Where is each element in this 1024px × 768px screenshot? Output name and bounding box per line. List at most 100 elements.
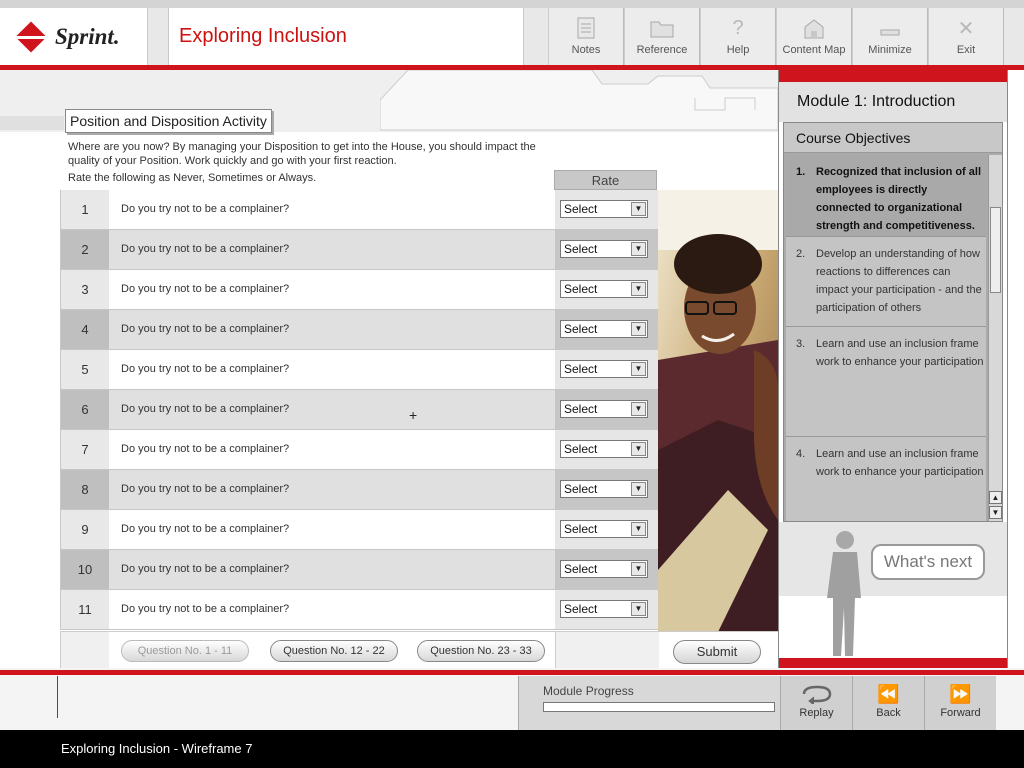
- questions-12-22-button[interactable]: Question No. 12 - 22: [270, 640, 398, 662]
- logo-text: Sprint.: [55, 24, 120, 49]
- rate-select[interactable]: Select ▼: [560, 560, 648, 578]
- chevron-down-icon[interactable]: ▼: [631, 402, 646, 416]
- rate-select[interactable]: Select ▼: [560, 400, 648, 418]
- panel-red-top: [779, 70, 1007, 82]
- header-top-strip: [0, 0, 1024, 8]
- reference-button[interactable]: Reference: [624, 8, 700, 65]
- rate-select[interactable]: Select ▼: [560, 280, 648, 298]
- objective-number: 4.: [796, 448, 806, 460]
- question-text: Do you try not to be a complainer?: [109, 230, 555, 269]
- chevron-down-icon[interactable]: ▼: [631, 322, 646, 336]
- back-label: Back: [876, 707, 901, 719]
- minimize-button[interactable]: Minimize: [852, 8, 928, 65]
- exit-button[interactable]: ✕ Exit: [928, 8, 1004, 65]
- objectives-frame: Course Objectives 1. Recognized that incl…: [783, 122, 1003, 522]
- rate-cell: Select ▼: [555, 190, 659, 229]
- person-photo: [658, 190, 778, 632]
- rate-cell: Select ▼: [555, 470, 659, 509]
- question-text: Do you try not to be a complainer?: [109, 590, 555, 629]
- chevron-down-icon[interactable]: ▼: [631, 362, 646, 376]
- rate-select[interactable]: Select ▼: [560, 360, 648, 378]
- rate-select[interactable]: Select ▼: [560, 320, 648, 338]
- question-pagination-row: Question No. 1 - 11 Question No. 12 - 22…: [60, 631, 778, 669]
- questions-1-11-button[interactable]: Question No. 1 - 11: [121, 640, 249, 662]
- rate-cell: Select ▼: [555, 510, 659, 549]
- rate-select[interactable]: Select ▼: [560, 440, 648, 458]
- scrollbar-thumb[interactable]: [990, 207, 1001, 293]
- rate-select-value: Select: [564, 282, 598, 296]
- notes-label: Notes: [571, 44, 601, 56]
- module-progress: Module Progress: [518, 676, 780, 730]
- objective-text: Recognized that inclusion of all employe…: [816, 166, 982, 232]
- rate-select[interactable]: Select ▼: [560, 480, 648, 498]
- chevron-down-icon[interactable]: ▼: [631, 442, 646, 456]
- rate-select[interactable]: Select ▼: [560, 200, 648, 218]
- chevron-down-icon[interactable]: ▼: [631, 602, 646, 616]
- question-number: 2: [61, 230, 109, 269]
- objectives-scrollbar[interactable]: ▲ ▼: [988, 155, 1002, 521]
- rate-select[interactable]: Select ▼: [560, 520, 648, 538]
- questions-23-33-button[interactable]: Question No. 23 - 33: [417, 640, 545, 662]
- rate-select-value: Select: [564, 362, 598, 376]
- map-icon: [800, 16, 828, 40]
- question-row: 10 Do you try not to be a complainer? Sele…: [61, 550, 659, 590]
- chevron-down-icon[interactable]: ▼: [631, 242, 646, 256]
- chevron-down-icon[interactable]: ▼: [631, 482, 646, 496]
- objective-item[interactable]: 2. Develop an understanding of how reacti…: [786, 237, 986, 327]
- question-text: Do you try not to be a complainer?: [109, 350, 555, 389]
- question-number: 1: [61, 190, 109, 229]
- chevron-down-icon[interactable]: ▼: [631, 522, 646, 536]
- rate-select[interactable]: Select ▼: [560, 240, 648, 258]
- close-icon: ✕: [957, 17, 975, 40]
- question-row: 9 Do you try not to be a complainer? Selec…: [61, 510, 659, 550]
- rate-cell: Select ▼: [555, 350, 659, 389]
- footer-red-divider: [57, 676, 58, 718]
- objectives-list[interactable]: 1. Recognized that inclusion of all emplo…: [786, 155, 986, 521]
- rate-select-value: Select: [564, 562, 598, 576]
- whats-next-button[interactable]: What's next: [871, 544, 985, 580]
- question-row: 11 Do you try not to be a complainer? Sele…: [61, 590, 659, 630]
- rate-cell: Select ▼: [555, 390, 659, 429]
- activity-area: Position and Disposition Activity Where …: [0, 70, 778, 669]
- rate-select[interactable]: Select ▼: [560, 600, 648, 618]
- help-button[interactable]: ? Help: [700, 8, 776, 65]
- footer-red-rule: [0, 670, 1024, 675]
- question-row: 7 Do you try not to be a complainer? Selec…: [61, 430, 659, 470]
- replay-label: Replay: [799, 707, 834, 719]
- forward-button[interactable]: ⏩ Forward: [924, 676, 996, 730]
- chevron-down-icon[interactable]: ▼: [631, 202, 646, 216]
- rate-select-value: Select: [564, 242, 598, 256]
- question-text: Do you try not to be a complainer?: [109, 270, 555, 309]
- rate-select-value: Select: [564, 482, 598, 496]
- question-number: 4: [61, 310, 109, 349]
- objective-item[interactable]: 4. Learn and use an inclusion frame work …: [786, 437, 986, 521]
- notes-button[interactable]: Notes: [548, 8, 624, 65]
- question-number: 3: [61, 270, 109, 309]
- objective-text: Learn and use an inclusion frame work to…: [816, 338, 984, 368]
- scroll-down-icon[interactable]: ▼: [989, 506, 1002, 519]
- rate-select-value: Select: [564, 602, 598, 616]
- footer-bar: Module Progress Replay ⏪ Back ⏩ Forward: [0, 668, 1024, 730]
- minimize-icon: [876, 16, 904, 40]
- content-map-button[interactable]: Content Map: [776, 8, 852, 65]
- notes-icon: [572, 16, 600, 40]
- pagination-rate-spacer: [555, 632, 659, 669]
- whats-next-lower: [779, 596, 1007, 658]
- module-panel: Module 1: Introduction Course Objectives…: [778, 70, 1008, 668]
- question-text: Do you try not to be a complainer?: [109, 550, 555, 589]
- back-button[interactable]: ⏪ Back: [852, 676, 924, 730]
- objective-item[interactable]: 1. Recognized that inclusion of all emplo…: [786, 155, 986, 237]
- question-row: 5 Do you try not to be a complainer? Selec…: [61, 350, 659, 390]
- objective-item[interactable]: 3. Learn and use an inclusion frame work …: [786, 327, 986, 437]
- scroll-up-icon[interactable]: ▲: [989, 491, 1002, 504]
- submit-button[interactable]: Submit: [673, 640, 761, 664]
- module-progress-bar: [543, 702, 775, 712]
- activity-instructions: Where are you now? By managing your Disp…: [68, 141, 536, 167]
- question-text: Do you try not to be a complainer?: [109, 310, 555, 349]
- activity-title: Position and Disposition Activity: [65, 109, 272, 133]
- question-number: 7: [61, 430, 109, 469]
- chevron-down-icon[interactable]: ▼: [631, 282, 646, 296]
- chevron-down-icon[interactable]: ▼: [631, 562, 646, 576]
- rate-cell: Select ▼: [555, 270, 659, 309]
- replay-button[interactable]: Replay: [780, 676, 852, 730]
